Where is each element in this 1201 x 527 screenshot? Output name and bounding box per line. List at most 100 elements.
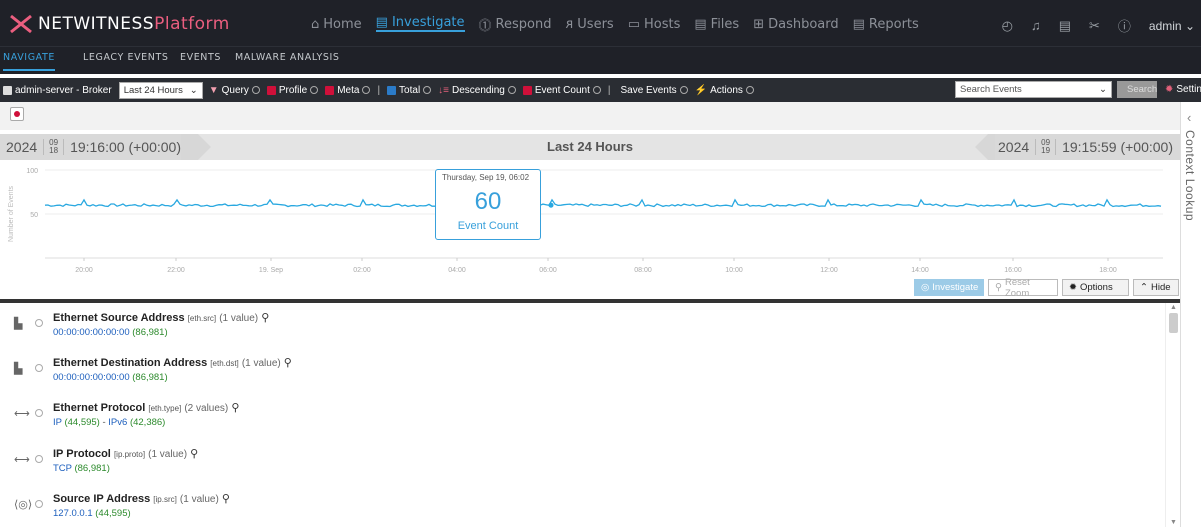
tab-navigate[interactable]: NAVIGATE xyxy=(3,52,56,71)
top-bar: NETWITNESSPlatform ⌂ Home ▤ Investigate ⓵R… xyxy=(0,0,1201,46)
actions-menu[interactable]: ⚡ Actions xyxy=(695,85,754,96)
scroll-thumb[interactable] xyxy=(1169,313,1178,333)
x-tick-label: 04:00 xyxy=(448,267,466,274)
context-lookup-panel[interactable]: ‹ Context Lookup xyxy=(1180,102,1201,527)
nav-dashboard[interactable]: ⊞ Dashboard xyxy=(753,16,838,32)
nav-users[interactable]: ᴙ Users xyxy=(565,16,613,32)
event-count-menu[interactable]: Event Count xyxy=(522,85,601,96)
logo[interactable]: NETWITNESSPlatform xyxy=(10,12,230,36)
chevron-circle-icon xyxy=(679,86,688,94)
scroll-down-icon[interactable]: ▼ xyxy=(1170,519,1177,526)
expand-icon[interactable] xyxy=(35,455,43,463)
tools-icon[interactable]: ✂ xyxy=(1089,18,1100,34)
toolbar-divider: | xyxy=(377,84,381,96)
nav-hosts[interactable]: ▭ Hosts xyxy=(628,16,681,32)
sort-order-menu[interactable]: ↓≡ Descending xyxy=(438,85,516,96)
bell-icon[interactable]: ♫ xyxy=(1031,18,1041,33)
meta-value[interactable]: 127.0.0.1 xyxy=(53,508,93,519)
protocol-arrows-icon: ⟷ xyxy=(14,408,30,420)
y-axis-label: Number of Events xyxy=(8,185,15,242)
x-tick-label: 06:00 xyxy=(539,267,557,274)
tab-malware-analysis[interactable]: MALWARE ANALYSIS xyxy=(235,52,340,63)
chart-tooltip: Thursday, Sep 19, 06:02 60 Event Count xyxy=(435,169,541,240)
investigate-toolbar: admin-server - Broker Last 24 Hours ⌄ ▼ Qu… xyxy=(0,78,1201,102)
chevron-circle-icon xyxy=(745,86,754,94)
event-count-chart[interactable]: 100 50 Number of Events 20:00 22:00 19. Sep 02… xyxy=(0,162,1180,277)
meta-value[interactable]: 00:00:00:00:00:00 xyxy=(53,327,130,338)
hide-button[interactable]: ⌃ Hide xyxy=(1133,279,1179,296)
meta-value[interactable]: IPv6 xyxy=(108,417,127,428)
profile-menu[interactable]: Profile xyxy=(266,85,319,96)
timeline-end[interactable]: 2024 09 19 19:15:59 (+00:00) xyxy=(995,134,1180,160)
total-menu[interactable]: Total xyxy=(387,85,432,96)
filter-icon: ▼ xyxy=(208,84,219,96)
meta-value[interactable]: TCP xyxy=(53,463,72,474)
chevron-down-icon: ⌄ xyxy=(1099,84,1107,95)
investigate-button[interactable]: ◎ Investigate xyxy=(914,279,984,296)
timer-icon[interactable]: ◴ xyxy=(1002,18,1013,34)
chevron-circle-icon xyxy=(423,86,432,94)
scroll-up-icon[interactable]: ▲ xyxy=(1170,304,1177,311)
nav-investigate[interactable]: ▤ Investigate xyxy=(375,15,465,32)
network-device-icon: ▙ xyxy=(14,363,23,375)
user-menu[interactable]: admin ⌄ xyxy=(1149,19,1195,33)
x-tick-label: 22:00 xyxy=(167,267,185,274)
meta-value[interactable]: 00:00:00:00:00:00 xyxy=(53,372,130,383)
tooltip-value: 60 xyxy=(474,188,502,215)
y-tick-label: 50 xyxy=(30,212,38,219)
sub-nav: NAVIGATE LEGACY EVENTS EVENTS MALWARE AN… xyxy=(0,46,1201,74)
meta-value[interactable]: IP xyxy=(53,417,62,428)
service-selector[interactable]: admin-server - Broker xyxy=(3,85,112,96)
time-range-select[interactable]: Last 24 Hours ⌄ xyxy=(118,81,203,99)
search-icon[interactable]: ⚲ xyxy=(190,448,198,460)
brand-platform: Platform xyxy=(154,14,230,34)
search-events-select[interactable]: Search Events ⌄ xyxy=(955,81,1112,98)
reports-icon: ▤ xyxy=(852,16,865,32)
meta-key-row: ⟷ Ethernet Protocol [eth.type] (2 values… xyxy=(14,402,240,428)
content-header xyxy=(0,102,1180,130)
tab-legacy-events[interactable]: LEGACY EVENTS xyxy=(83,52,169,63)
search-icon[interactable]: ⚲ xyxy=(284,357,292,369)
nav-reports[interactable]: ▤ Reports xyxy=(853,16,919,32)
notes-icon[interactable]: ▤ xyxy=(1059,18,1071,34)
hover-point xyxy=(548,202,554,208)
query-menu[interactable]: ▼ Query xyxy=(209,85,260,96)
record-button[interactable] xyxy=(10,107,24,121)
expand-icon[interactable] xyxy=(35,364,43,372)
main-nav: ⌂ Home ▤ Investigate ⓵ Respond ᴙ Users ▭ Host… xyxy=(311,15,919,34)
respond-icon: ⓵ xyxy=(478,18,492,34)
network-device-icon: ▙ xyxy=(14,318,23,330)
expand-icon[interactable] xyxy=(35,500,43,508)
expand-icon[interactable] xyxy=(35,319,43,327)
save-events-menu[interactable]: Save Events xyxy=(620,85,688,96)
nav-respond[interactable]: ⓵ Respond xyxy=(478,16,552,34)
x-tick-label: 20:00 xyxy=(75,267,93,274)
x-tick-label: 12:00 xyxy=(820,267,838,274)
tab-events[interactable]: EVENTS xyxy=(180,52,221,63)
service-icon xyxy=(3,85,12,95)
meta-menu[interactable]: Meta xyxy=(325,85,371,96)
meta-key-row: ⟷ IP Protocol [ip.proto] (1 value) ⚲ TCP… xyxy=(14,448,199,474)
chart-buttons: ◎ Investigate ⚲ Reset Zoom ✹ Options ⌃ Hide xyxy=(914,277,1179,299)
settings-button[interactable]: ✹Settings xyxy=(1165,84,1201,95)
chevron-circle-icon xyxy=(592,86,601,94)
chevron-left-icon[interactable]: ‹ xyxy=(1187,110,1191,125)
expand-icon[interactable] xyxy=(35,409,43,417)
x-tick-label: 16:00 xyxy=(1004,267,1022,274)
sort-descending-icon: ↓≡ xyxy=(438,84,450,96)
chevron-circle-icon xyxy=(251,86,260,94)
options-button[interactable]: ✹ Options xyxy=(1062,279,1129,296)
meta-scrollbar[interactable]: ▲ ▼ xyxy=(1165,303,1180,527)
x-tick-label: 10:00 xyxy=(725,267,743,274)
tooltip-date: Thursday, Sep 19, 06:02 xyxy=(442,173,530,182)
chevron-circle-icon xyxy=(507,86,516,94)
search-icon[interactable]: ⚲ xyxy=(231,402,239,414)
nav-home[interactable]: ⌂ Home xyxy=(311,16,362,32)
search-button[interactable]: Search xyxy=(1117,81,1157,98)
search-icon[interactable]: ⚲ xyxy=(222,493,230,505)
users-icon: ᴙ xyxy=(565,16,574,32)
help-icon[interactable]: ⓘ xyxy=(1118,16,1131,35)
reset-zoom-button[interactable]: ⚲ Reset Zoom xyxy=(988,277,1058,299)
nav-files[interactable]: ▤ Files xyxy=(694,16,739,32)
search-icon[interactable]: ⚲ xyxy=(261,312,269,324)
